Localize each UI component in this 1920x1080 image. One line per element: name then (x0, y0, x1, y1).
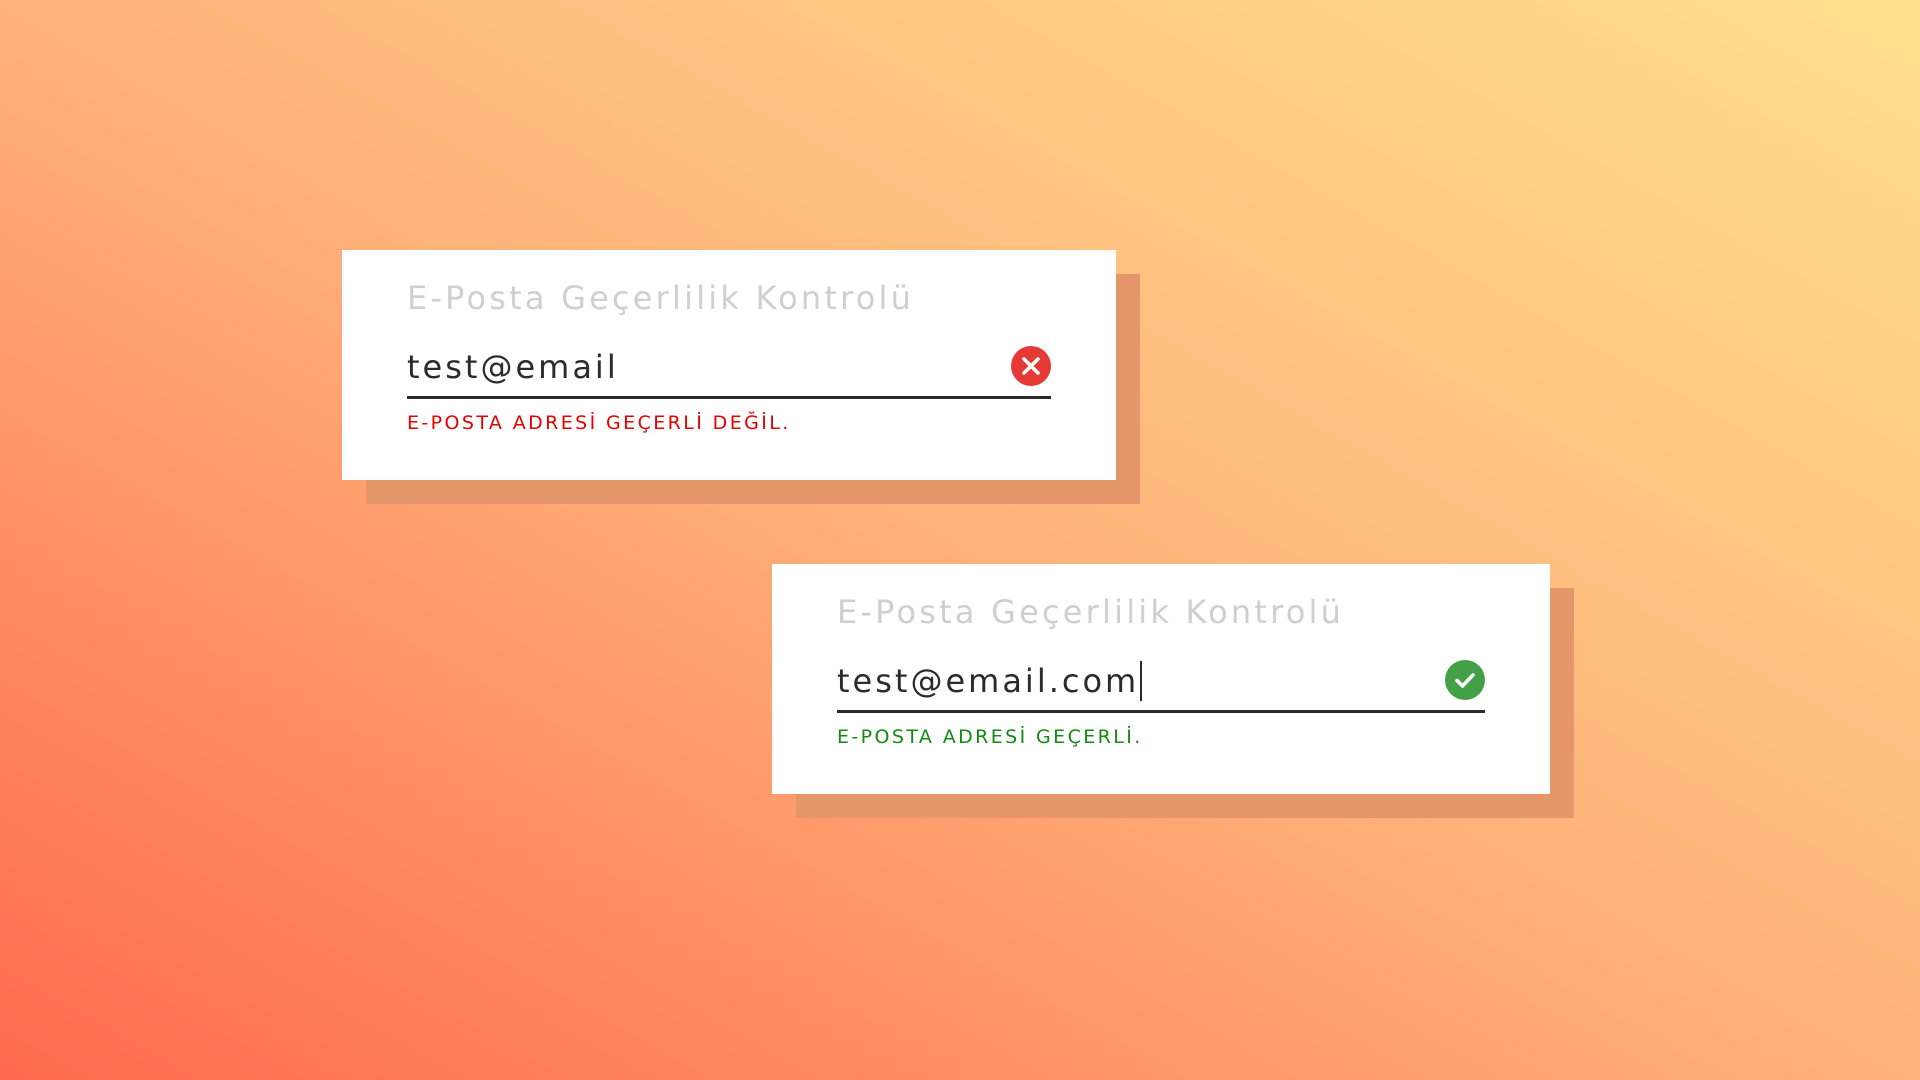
error-x-icon (1011, 346, 1051, 386)
validation-error-message: E-POSTA ADRESİ GEÇERLİ DEĞİL. (407, 412, 791, 434)
email-validation-card-invalid: E-Posta Geçerlilik Kontrolü E-POSTA ADRE… (342, 250, 1140, 504)
text-caret (1140, 661, 1143, 701)
check-icon (1445, 660, 1485, 700)
card-body: E-Posta Geçerlilik Kontrolü test@email.c… (772, 564, 1550, 794)
email-field-row (407, 344, 1051, 399)
card-title: E-Posta Geçerlilik Kontrolü (837, 593, 1345, 631)
validation-success-message: E-POSTA ADRESİ GEÇERLİ. (837, 726, 1143, 748)
email-field-row: test@email.com (837, 658, 1485, 713)
gradient-background (0, 0, 1920, 1080)
email-input-focused[interactable]: test@email.com (837, 658, 1143, 704)
card-body: E-Posta Geçerlilik Kontrolü E-POSTA ADRE… (342, 250, 1116, 480)
email-validation-card-valid: E-Posta Geçerlilik Kontrolü test@email.c… (772, 564, 1574, 818)
card-title: E-Posta Geçerlilik Kontrolü (407, 279, 915, 317)
email-input-value: test@email.com (837, 662, 1140, 700)
email-input[interactable] (407, 344, 967, 390)
